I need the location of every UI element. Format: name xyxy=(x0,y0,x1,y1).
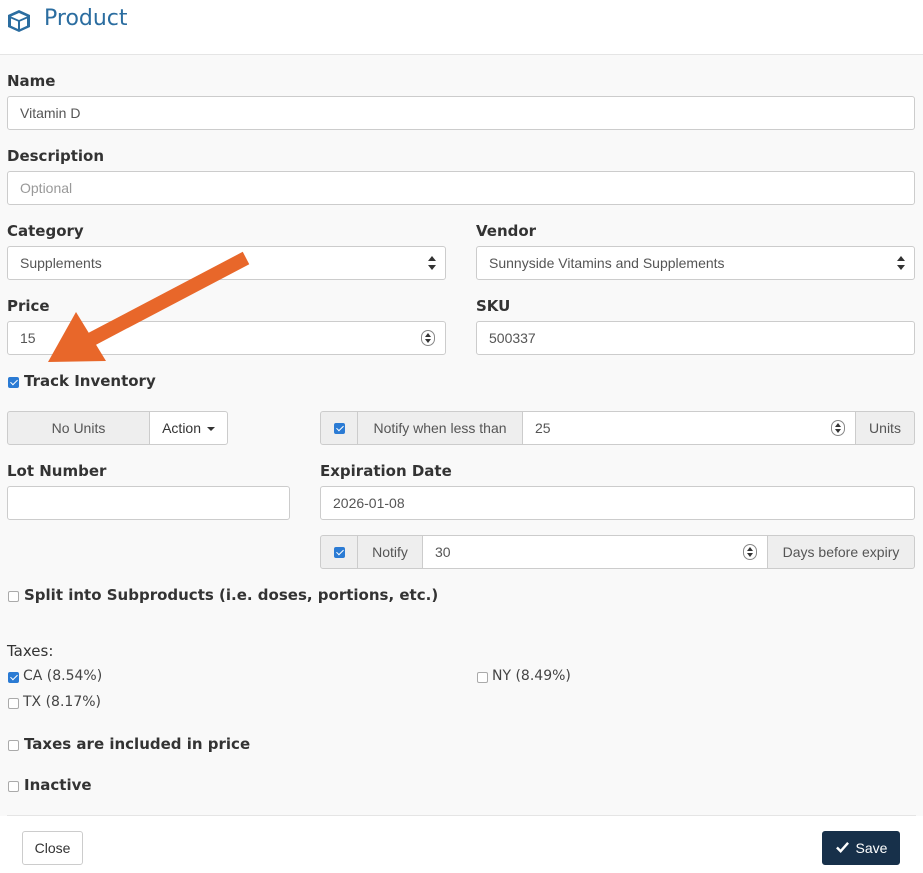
notify-expiry-suffix: Days before expiry xyxy=(767,535,915,569)
track-inventory-label: Track Inventory xyxy=(24,372,156,390)
notify-low-checkbox-addon xyxy=(320,411,358,445)
tax-ny-label: NY (8.49%) xyxy=(492,668,571,684)
notify-low-checkbox[interactable] xyxy=(334,423,345,434)
close-button[interactable]: Close xyxy=(22,831,83,865)
notify-expiry-checkbox[interactable] xyxy=(334,547,345,558)
vendor-value: Sunnyside Vitamins and Supplements xyxy=(489,255,725,271)
caret-down-icon xyxy=(206,427,215,432)
vendor-label: Vendor xyxy=(476,222,537,240)
notify-low-input[interactable]: 25 xyxy=(522,411,856,445)
footer-divider xyxy=(7,815,916,816)
save-button[interactable]: Save xyxy=(822,831,900,865)
tax-ca-checkbox[interactable] xyxy=(8,672,19,683)
price-label: Price xyxy=(7,297,50,315)
expiration-date-input[interactable]: 2026-01-08 xyxy=(320,486,915,520)
notify-expiry-label: Notify xyxy=(357,535,423,569)
taxes-label: Taxes: xyxy=(7,642,54,660)
price-input[interactable]: 15 xyxy=(7,321,446,355)
save-label: Save xyxy=(855,840,888,856)
split-subproducts-label: Split into Subproducts (i.e. doses, port… xyxy=(24,586,439,604)
tax-tx-label: TX (8.17%) xyxy=(23,694,101,710)
notify-low-value: 25 xyxy=(535,420,551,436)
select-arrows-icon xyxy=(897,256,905,270)
sku-input[interactable]: 500337 xyxy=(476,321,915,355)
description-input[interactable]: Optional xyxy=(7,171,915,205)
tax-ca-label: CA (8.54%) xyxy=(23,668,103,684)
category-label: Category xyxy=(7,222,84,240)
price-value: 15 xyxy=(20,330,36,346)
page-title: Product xyxy=(44,6,128,31)
notify-expiry-input[interactable]: 30 xyxy=(422,535,768,569)
notify-expiry-value: 30 xyxy=(435,544,451,560)
taxes-included-checkbox[interactable] xyxy=(8,740,19,751)
action-dropdown-button[interactable]: Action xyxy=(149,411,228,445)
tax-tx-checkbox[interactable] xyxy=(8,698,19,709)
modal-header: Product xyxy=(0,0,923,55)
track-inventory-checkbox[interactable] xyxy=(8,377,19,388)
notify-low-label: Notify when less than xyxy=(357,411,523,445)
cube-icon xyxy=(8,10,30,32)
inactive-checkbox[interactable] xyxy=(8,781,19,792)
units-display: No Units xyxy=(7,411,150,445)
lot-number-input[interactable] xyxy=(7,486,290,520)
expiration-date-label: Expiration Date xyxy=(320,462,452,480)
lot-number-label: Lot Number xyxy=(7,462,107,480)
inactive-label: Inactive xyxy=(24,776,92,794)
notify-low-suffix: Units xyxy=(855,411,915,445)
number-spinner-icon[interactable] xyxy=(831,420,845,436)
number-spinner-icon[interactable] xyxy=(421,330,435,346)
select-arrows-icon xyxy=(428,256,436,270)
taxes-included-label: Taxes are included in price xyxy=(24,735,251,753)
number-spinner-icon[interactable] xyxy=(743,544,757,560)
check-icon xyxy=(835,842,849,853)
sku-label: SKU xyxy=(476,297,511,315)
split-subproducts-checkbox[interactable] xyxy=(8,591,19,602)
name-label: Name xyxy=(7,72,56,90)
category-value: Supplements xyxy=(20,255,102,271)
vendor-select[interactable]: Sunnyside Vitamins and Supplements xyxy=(476,246,915,280)
notify-expiry-checkbox-addon xyxy=(320,535,358,569)
tax-ny-checkbox[interactable] xyxy=(477,672,488,683)
category-select[interactable]: Supplements xyxy=(7,246,446,280)
description-label: Description xyxy=(7,147,105,165)
action-label: Action xyxy=(162,420,202,436)
name-input[interactable]: Vitamin D xyxy=(7,96,915,130)
